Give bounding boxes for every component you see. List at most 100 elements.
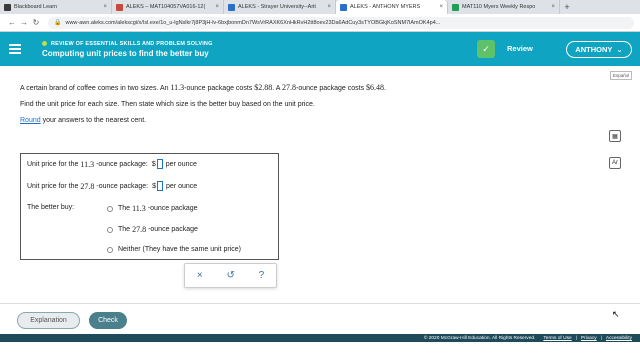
row-label: -ounce package: — [96, 160, 148, 168]
problem-text: . A — [272, 85, 281, 92]
unit-price-input-2[interactable] — [157, 181, 164, 191]
undo-icon[interactable]: ↺ — [226, 270, 234, 281]
page-bottom — [0, 342, 640, 360]
new-tab-button[interactable]: + — [560, 0, 574, 14]
tab-title: Blackboard Learn — [14, 4, 58, 10]
copyright-bar: © 2020 McGraw-Hill Education. All Rights… — [0, 334, 640, 342]
topic-header: REVIEW OF ESSENTIAL SKILLS AND PROBLEM S… — [42, 41, 213, 58]
url-field[interactable]: 🔒 www-awn.aleks.com/alekscgi/x/Isl.exe/1… — [48, 16, 634, 29]
clear-icon[interactable]: × — [197, 270, 203, 281]
unit-suffix: per ounce — [165, 160, 197, 168]
problem-text: A certain brand of coffee comes in two s… — [20, 85, 169, 92]
currency-symbol: $ — [152, 182, 157, 190]
back-arrow-icon[interactable]: ← — [6, 18, 18, 27]
progress-dot-icon — [42, 41, 47, 46]
periodic-table-icon[interactable]: Ar — [609, 157, 621, 169]
lock-icon: 🔒 — [54, 20, 62, 26]
option-text: The — [118, 205, 131, 212]
aleks-favicon-icon — [116, 3, 123, 11]
close-tab-icon[interactable]: × — [215, 4, 219, 10]
browser-tab-mat110[interactable]: MAT110 Myers Weekly Respo × — [448, 0, 560, 14]
privacy-link[interactable]: Privacy — [581, 336, 597, 341]
size-value: 27.8 — [281, 83, 296, 92]
browser-tab-aleks-anthony[interactable]: ALEKS - ANTHONY MYERS × — [336, 0, 448, 14]
problem-text: your answers to the nearest cent. — [42, 117, 147, 124]
help-icon[interactable]: ? — [259, 270, 265, 281]
row-label: Unit price for the — [27, 182, 79, 190]
tab-title: ALEKS – MAT104057VA016-12( — [126, 4, 206, 10]
close-tab-icon[interactable]: × — [103, 4, 107, 10]
problem-instruction: Find the unit price for each size. Then … — [20, 101, 315, 108]
problem-text: . — [384, 85, 386, 92]
terms-link[interactable]: Terms of Use — [543, 336, 571, 341]
reload-icon[interactable]: ↻ — [30, 18, 42, 27]
sheets-favicon-icon — [452, 3, 459, 11]
size-value: 11.3 — [170, 83, 185, 92]
close-tab-icon[interactable]: × — [439, 4, 443, 10]
browser-tab-aleks-mat104[interactable]: ALEKS – MAT104057VA016-12( × — [112, 0, 224, 14]
size-value: 27.8 — [132, 225, 147, 234]
app-header: REVIEW OF ESSENTIAL SKILLS AND PROBLEM S… — [0, 32, 640, 66]
espanol-button[interactable]: Español — [610, 71, 633, 80]
chevron-down-icon: ⌄ — [616, 45, 623, 54]
calculator-icon[interactable]: ▦ — [609, 130, 621, 142]
radio-button[interactable] — [107, 226, 113, 233]
option-text: The — [118, 226, 131, 233]
option-text: Neither (They have the same unit price) — [118, 246, 241, 253]
browser-tab-aleks-strayer[interactable]: ALEKS - Strayer University--Arit × — [224, 0, 336, 14]
rounding-instruction: Round your answers to the nearest cent. — [20, 117, 146, 124]
mouse-cursor-icon: ↖ — [612, 309, 620, 319]
check-button[interactable]: Check — [89, 312, 127, 329]
answer-panel: Unit price for the 11.3 -ounce package: $… — [20, 153, 279, 260]
problem-text: -ounce package costs — [295, 85, 365, 92]
close-tab-icon[interactable]: × — [327, 4, 331, 10]
review-icon[interactable]: ✓ — [477, 40, 495, 58]
unit-price-row-1: Unit price for the 11.3 -ounce package: $… — [27, 159, 197, 169]
unit-suffix: per ounce — [166, 182, 198, 190]
accessibility-link[interactable]: Accessibility — [606, 336, 632, 341]
row-label: -ounce package: — [96, 182, 149, 190]
tab-title: ALEKS - Strayer University--Arit — [238, 4, 316, 10]
option-text: -ounce package — [147, 205, 198, 212]
option-large-package[interactable]: The 27.8 -ounce package — [107, 225, 198, 234]
round-link[interactable]: Round — [20, 117, 41, 124]
topic-title: Computing unit prices to find the better… — [42, 48, 209, 58]
blackboard-favicon-icon — [4, 3, 11, 11]
size-value: 27.8 — [80, 181, 95, 191]
forward-arrow-icon[interactable]: → — [18, 18, 30, 27]
problem-statement: A certain brand of coffee comes in two s… — [20, 83, 386, 92]
topic-subtitle-text: REVIEW OF ESSENTIAL SKILLS AND PROBLEM S… — [51, 40, 213, 47]
aleks-favicon-icon — [228, 3, 235, 11]
tab-title: ALEKS - ANTHONY MYERS — [350, 4, 421, 10]
aleks-favicon-icon — [340, 3, 347, 11]
currency-symbol: $ — [151, 160, 156, 168]
size-value: 11.3 — [132, 204, 146, 213]
footer: Explanation Check — [0, 303, 640, 336]
option-text: -ounce package — [148, 226, 198, 233]
explanation-button[interactable]: Explanation — [17, 312, 80, 329]
price-value: $2.88 — [254, 83, 273, 92]
unit-price-row-2: Unit price for the 27.8 -ounce package: $… — [27, 181, 197, 191]
user-menu-button[interactable]: ANTHONY ⌄ — [566, 41, 632, 58]
answer-action-toolbar: × ↺ ? — [184, 263, 277, 288]
browser-tab-strip: Blackboard Learn × ALEKS – MAT104057VA01… — [0, 0, 640, 14]
review-button[interactable]: Review — [507, 44, 533, 53]
copyright-text: © 2020 McGraw-Hill Education. All Rights… — [423, 335, 536, 341]
better-buy-label: The better buy: — [27, 204, 75, 211]
size-value: 11.3 — [80, 159, 95, 169]
row-label: Unit price for the — [27, 160, 79, 168]
close-tab-icon[interactable]: × — [551, 4, 555, 10]
radio-button[interactable] — [107, 246, 113, 253]
option-small-package[interactable]: The 11.3 -ounce package — [107, 204, 198, 213]
unit-price-input-1[interactable] — [156, 159, 163, 169]
divider: | — [600, 335, 602, 341]
option-neither[interactable]: Neither (They have the same unit price) — [107, 246, 241, 253]
radio-button[interactable] — [107, 205, 113, 212]
topic-subtitle: REVIEW OF ESSENTIAL SKILLS AND PROBLEM S… — [42, 41, 213, 47]
user-name: ANTHONY — [575, 45, 613, 54]
url-text: www-awn.aleks.com/alekscgi/x/Isl.exe/1o_… — [65, 19, 441, 26]
price-value: $6.48 — [366, 83, 385, 92]
menu-icon[interactable] — [0, 32, 30, 66]
browser-tab-blackboard[interactable]: Blackboard Learn × — [0, 0, 112, 14]
address-bar: ← → ↻ 🔒 www-awn.aleks.com/alekscgi/x/Isl… — [0, 14, 640, 32]
